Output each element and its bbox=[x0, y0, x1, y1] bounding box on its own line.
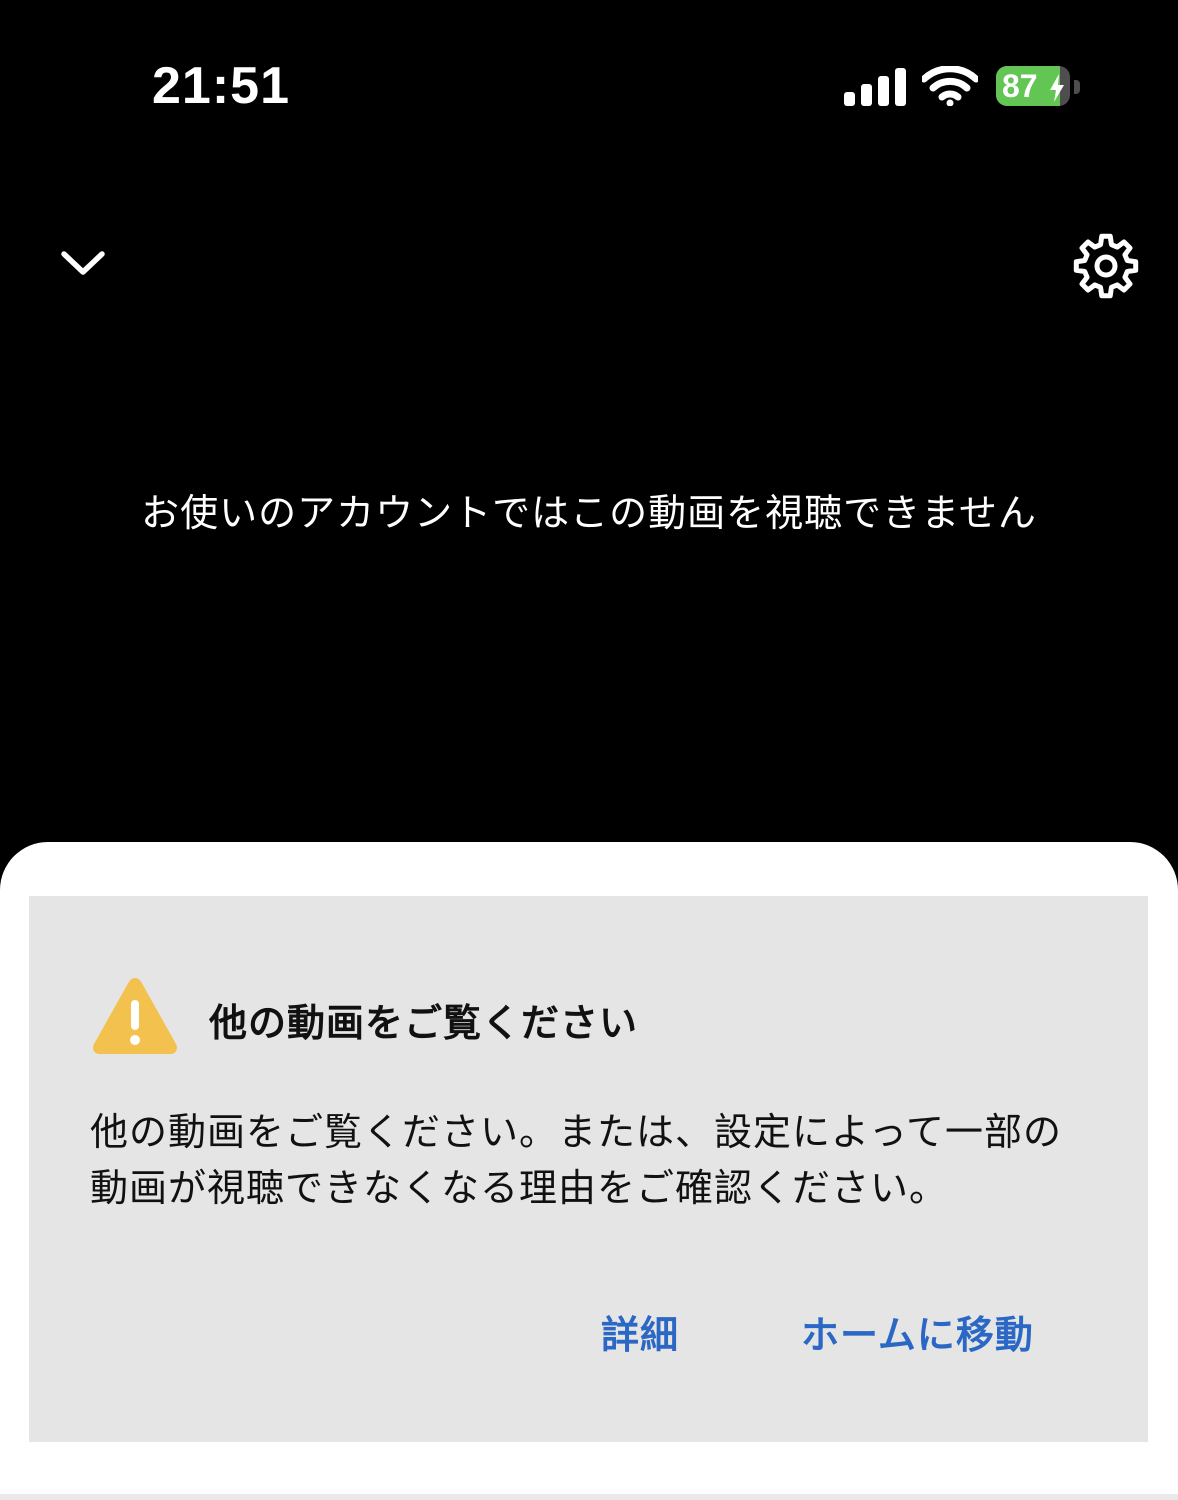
chevron-down-icon[interactable] bbox=[52, 232, 114, 294]
wifi-icon bbox=[922, 66, 978, 106]
signal-icon bbox=[844, 68, 906, 106]
bolt-icon bbox=[1050, 74, 1064, 102]
notice-title: 他の動画をご覧ください bbox=[209, 1001, 639, 1045]
details-button[interactable]: 詳細 bbox=[593, 1300, 687, 1363]
gear-outline bbox=[1073, 233, 1139, 299]
playback-error-message: お使いのアカウントではこの動画を視聴できません bbox=[141, 491, 1037, 535]
battery-body: 87 bbox=[996, 66, 1070, 106]
screen: 21:51 87 お使いのアカウントではこの動画を視聴できません 他の動画をご覧… bbox=[0, 0, 1178, 1500]
warning-icon bbox=[93, 978, 177, 1054]
notice-body: 他の動画をご覧ください。または、設定によって一部の 動画が視聴できなくなる理由を… bbox=[90, 1104, 1090, 1216]
notice-body-line-2: 動画が視聴できなくなる理由をご確認ください。 bbox=[90, 1166, 949, 1210]
go-home-button[interactable]: ホームに移動 bbox=[793, 1300, 1042, 1363]
status-time: 21:51 bbox=[152, 57, 290, 115]
notice-card: 他の動画をご覧ください 他の動画をご覧ください。または、設定によって一部の 動画… bbox=[29, 896, 1148, 1442]
bottom-sheet: 他の動画をご覧ください 他の動画をご覧ください。または、設定によって一部の 動画… bbox=[0, 842, 1178, 1500]
gear-icon[interactable] bbox=[1068, 228, 1144, 304]
status-bar: 21:51 87 bbox=[0, 0, 1178, 180]
battery-percent: 87 bbox=[1002, 68, 1038, 104]
battery-cap bbox=[1074, 80, 1080, 94]
battery-icon: 87 bbox=[996, 64, 1084, 110]
sheet-divider bbox=[0, 1494, 1178, 1500]
notice-body-line-1: 他の動画をご覧ください。または、設定によって一部の bbox=[90, 1110, 1062, 1154]
video-player: お使いのアカウントではこの動画を視聴できません bbox=[0, 180, 1178, 850]
